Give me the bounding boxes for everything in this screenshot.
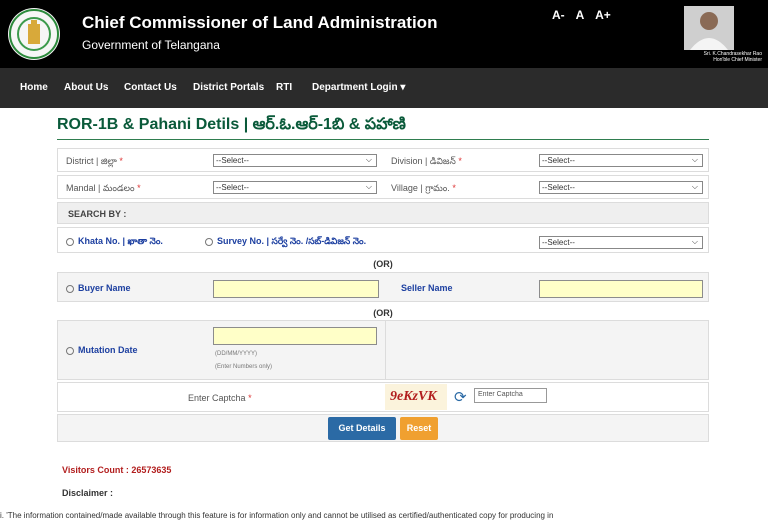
- nav-rti[interactable]: RTI: [276, 82, 292, 93]
- form-row-search-by: SEARCH BY :: [57, 202, 709, 224]
- form-row-mutation: Mutation Date (DD/MM/YYYY) (Enter Number…: [57, 320, 709, 380]
- site-subtitle: Government of Telangana: [82, 38, 220, 52]
- reset-button[interactable]: Reset: [400, 417, 438, 440]
- title-divider: [57, 139, 709, 140]
- disclaimer-text: i. 'The information contained/made avail…: [0, 511, 554, 520]
- or-separator: (OR): [373, 308, 393, 318]
- captcha-image: 9eKzVK: [385, 384, 447, 410]
- column-divider: [385, 321, 386, 379]
- captcha-code: 9eKzVK: [390, 389, 437, 404]
- chevron-down-icon: ⌵: [691, 182, 698, 191]
- font-increase-button[interactable]: A+: [595, 8, 611, 22]
- district-label: District | జిల్లా *: [66, 156, 123, 166]
- search-by-label: SEARCH BY :: [68, 209, 127, 219]
- site-title: Chief Commissioner of Land Administratio…: [82, 13, 438, 32]
- nav-about-us[interactable]: About Us: [64, 82, 108, 93]
- mutation-option[interactable]: Mutation Date: [66, 345, 138, 355]
- nav-district-portals[interactable]: District Portals: [193, 82, 264, 93]
- buyer-name-input[interactable]: [213, 280, 379, 298]
- chevron-down-icon: ⌵: [365, 182, 372, 191]
- form-row-mandal: Mandal | మండలం * --Select-- ⌵ Village | గ…: [57, 175, 709, 199]
- font-size-controls: A- A A+: [552, 8, 619, 22]
- seller-name-input[interactable]: [539, 280, 703, 298]
- form-row-captcha: Enter Captcha * 9eKzVK ⟳ Enter Captcha: [57, 382, 709, 412]
- mandal-select[interactable]: --Select-- ⌵: [213, 181, 377, 194]
- district-select[interactable]: --Select-- ⌵: [213, 154, 377, 167]
- village-select[interactable]: --Select-- ⌵: [539, 181, 703, 194]
- division-select[interactable]: --Select-- ⌵: [539, 154, 703, 167]
- mutation-date-input[interactable]: [213, 327, 377, 345]
- or-separator: (OR): [373, 259, 393, 269]
- font-normal-button[interactable]: A: [576, 8, 585, 22]
- form-row-buyer-seller: Buyer Name Seller Name: [57, 272, 709, 302]
- seller-label: Seller Name: [401, 283, 453, 293]
- refresh-icon[interactable]: ⟳: [454, 388, 467, 406]
- division-label: Division | డివిజన్ *: [391, 156, 462, 166]
- search-type-select[interactable]: --Select-- ⌵: [539, 236, 703, 249]
- buyer-radio[interactable]: [66, 284, 74, 293]
- khata-radio[interactable]: [66, 237, 74, 246]
- numbers-only-hint: (Enter Numbers only): [215, 364, 273, 370]
- form-row-district: District | జిల్లా * --Select-- ⌵ Division…: [57, 148, 709, 172]
- captcha-input[interactable]: Enter Captcha: [474, 388, 547, 403]
- font-decrease-button[interactable]: A-: [552, 8, 565, 22]
- form-row-actions: Get Details Reset: [57, 414, 709, 442]
- survey-radio[interactable]: [205, 237, 213, 246]
- date-format-hint: (DD/MM/YYYY): [215, 351, 257, 357]
- chief-minister-photo: [684, 6, 734, 50]
- mandal-label: Mandal | మండలం *: [66, 183, 141, 193]
- page-title: ROR-1B & Pahani Detils | ఆర్.ఓ.ఆర్-1బి &…: [57, 116, 406, 133]
- nav-contact-us[interactable]: Contact Us: [124, 82, 177, 93]
- visitors-count: Visitors Count : 26573635: [62, 465, 172, 475]
- chevron-down-icon: ⌵: [691, 237, 698, 246]
- village-label: Village | గ్రామం. *: [391, 183, 456, 193]
- captcha-label: Enter Captcha *: [188, 393, 252, 403]
- buyer-option[interactable]: Buyer Name: [66, 283, 131, 293]
- chief-minister-caption: Sri. K.Chandrasekhar Rao Hon'ble Chief M…: [650, 51, 762, 63]
- survey-option[interactable]: Survey No. | సర్వే నెం. /సబ్-డివిజన్ నెం…: [205, 236, 366, 249]
- nav-home[interactable]: Home: [20, 82, 48, 93]
- mutation-radio[interactable]: [66, 346, 74, 355]
- main-navigation: Home About Us Contact Us District Portal…: [0, 68, 768, 108]
- disclaimer-title: Disclaimer :: [62, 488, 114, 498]
- chevron-down-icon: ⌵: [365, 155, 372, 164]
- get-details-button[interactable]: Get Details: [328, 417, 396, 440]
- chevron-down-icon: ⌵: [691, 155, 698, 164]
- khata-option[interactable]: Khata No. | ఖాతా నెం.: [66, 236, 163, 249]
- telangana-emblem-logo: [8, 8, 60, 60]
- nav-department-login[interactable]: Department Login ▾: [312, 82, 405, 93]
- site-header: Chief Commissioner of Land Administratio…: [0, 0, 768, 68]
- form-row-khata-survey: Khata No. | ఖాతా నెం. Survey No. | సర్వే…: [57, 227, 709, 253]
- cm-designation: Hon'ble Chief Minister: [713, 57, 762, 63]
